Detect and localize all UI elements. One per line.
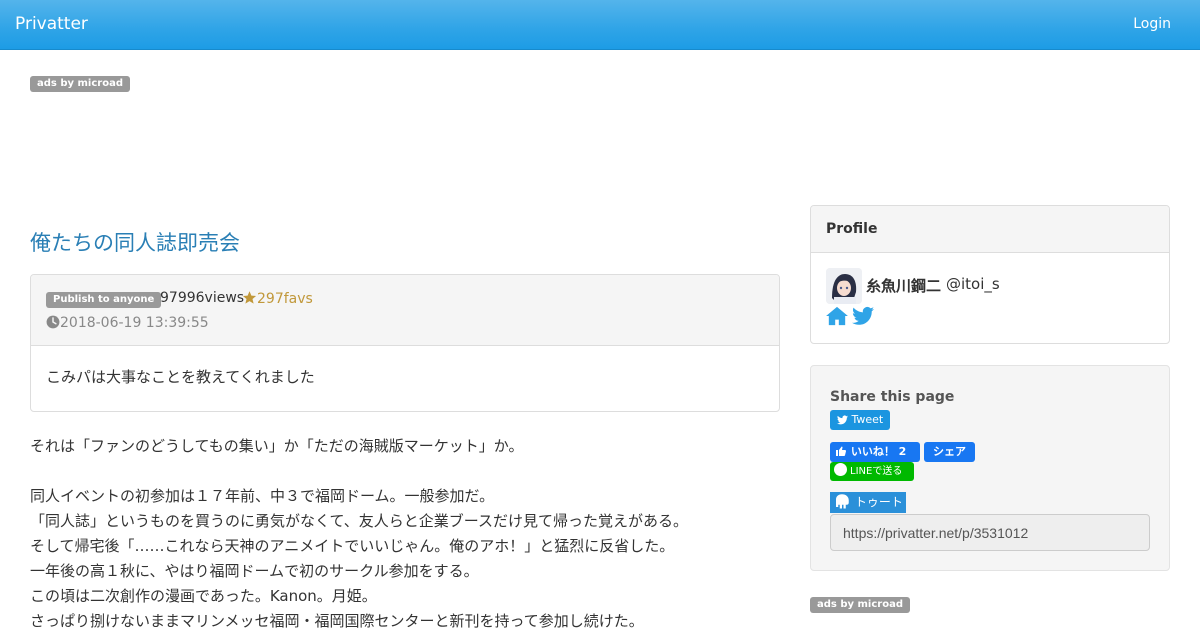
clock-icon <box>46 315 60 329</box>
body-line: 同人イベントの初参加は１７年前、中３で福岡ドーム。一般参加だ。 <box>30 487 495 505</box>
share-url-field[interactable] <box>830 514 1150 551</box>
profile-card: Profile 糸魚川鋼二 @itoi_s <box>810 205 1170 344</box>
toot-label: トゥート <box>854 495 903 509</box>
body-line: さっぱり捌けないままマリンメッセ福岡・福岡国際センターと新刊を持って参加し続けた… <box>30 612 644 630</box>
twitter-icon[interactable] <box>852 306 874 326</box>
user-name[interactable]: 糸魚川鋼二 <box>866 275 941 296</box>
fav-count-label: 297favs <box>257 291 313 307</box>
ad-label-top[interactable]: ads by microad <box>30 76 130 92</box>
line-share-label: LINEで送る <box>850 466 903 477</box>
home-icon[interactable] <box>826 306 848 326</box>
profile-heading: Profile <box>826 221 878 237</box>
facebook-share-button[interactable]: シェア <box>924 442 975 462</box>
top-navbar: Privatter Login <box>0 0 1200 50</box>
tweet-label: Tweet <box>851 413 884 426</box>
user-handle: @itoi_s <box>946 275 1000 293</box>
body-line <box>30 459 780 484</box>
post-card: Publish to anyone 97996views 297favs 201… <box>30 274 780 412</box>
login-link[interactable]: Login <box>1133 16 1171 32</box>
body-line: そして帰宅後「……これなら天神のアニメイトでいいじゃん。俺のアホ！」と猛烈に反省… <box>30 537 675 555</box>
line-share-button[interactable]: LINEで送る <box>830 462 914 481</box>
visibility-badge: Publish to anyone <box>46 292 162 308</box>
line-logo-icon <box>834 463 847 476</box>
body-line: 「同人誌」というものを買うのに勇気がなくて、友人らと企業ブースだけ見て帰った覚え… <box>30 512 689 530</box>
body-line: それは「ファンのどうしてもの集い」か「ただの海賊版マーケット」か。 <box>30 437 524 455</box>
body-line: この頃は二次創作の漫画であった。Kanon。月姫。 <box>30 587 377 605</box>
mastodon-elephant-icon <box>836 494 849 509</box>
ad-label-sidebar[interactable]: ads by microad <box>810 597 910 613</box>
twitter-bird-icon <box>837 415 848 425</box>
share-heading: Share this page <box>830 389 955 405</box>
share-card: Share this page Tweet いいね！ 2 シェア LINEで送る… <box>810 365 1170 571</box>
post-date: 2018-06-19 13:39:55 <box>46 315 209 331</box>
post-date-label: 2018-06-19 13:39:55 <box>60 315 209 331</box>
star-icon <box>242 291 257 304</box>
thumbs-up-icon <box>836 446 847 456</box>
facebook-like-label: いいね！ 2 <box>850 445 907 458</box>
post-body: それは「ファンのどうしてもの集い」か「ただの海賊版マーケット」か。 同人イベント… <box>30 434 780 630</box>
post-summary: こみパは大事なことを教えてくれました <box>46 368 315 386</box>
view-count: 97996views <box>160 290 245 306</box>
mastodon-toot-button[interactable]: トゥート <box>830 492 906 513</box>
body-line: 一年後の高１秋に、やはり福岡ドームで初のサークル参加をする。 <box>30 562 479 580</box>
facebook-like-button[interactable]: いいね！ 2 <box>830 442 920 462</box>
tweet-button[interactable]: Tweet <box>830 410 890 430</box>
profile-card-header: Profile <box>811 206 1169 253</box>
avatar-illustration <box>826 268 862 304</box>
fav-count[interactable]: 297favs <box>242 290 313 307</box>
post-title[interactable]: 俺たちの同人誌即売会 <box>30 227 240 257</box>
post-card-header: Publish to anyone 97996views 297favs 201… <box>31 275 779 346</box>
brand-link[interactable]: Privatter <box>15 14 88 34</box>
avatar[interactable] <box>826 268 862 304</box>
